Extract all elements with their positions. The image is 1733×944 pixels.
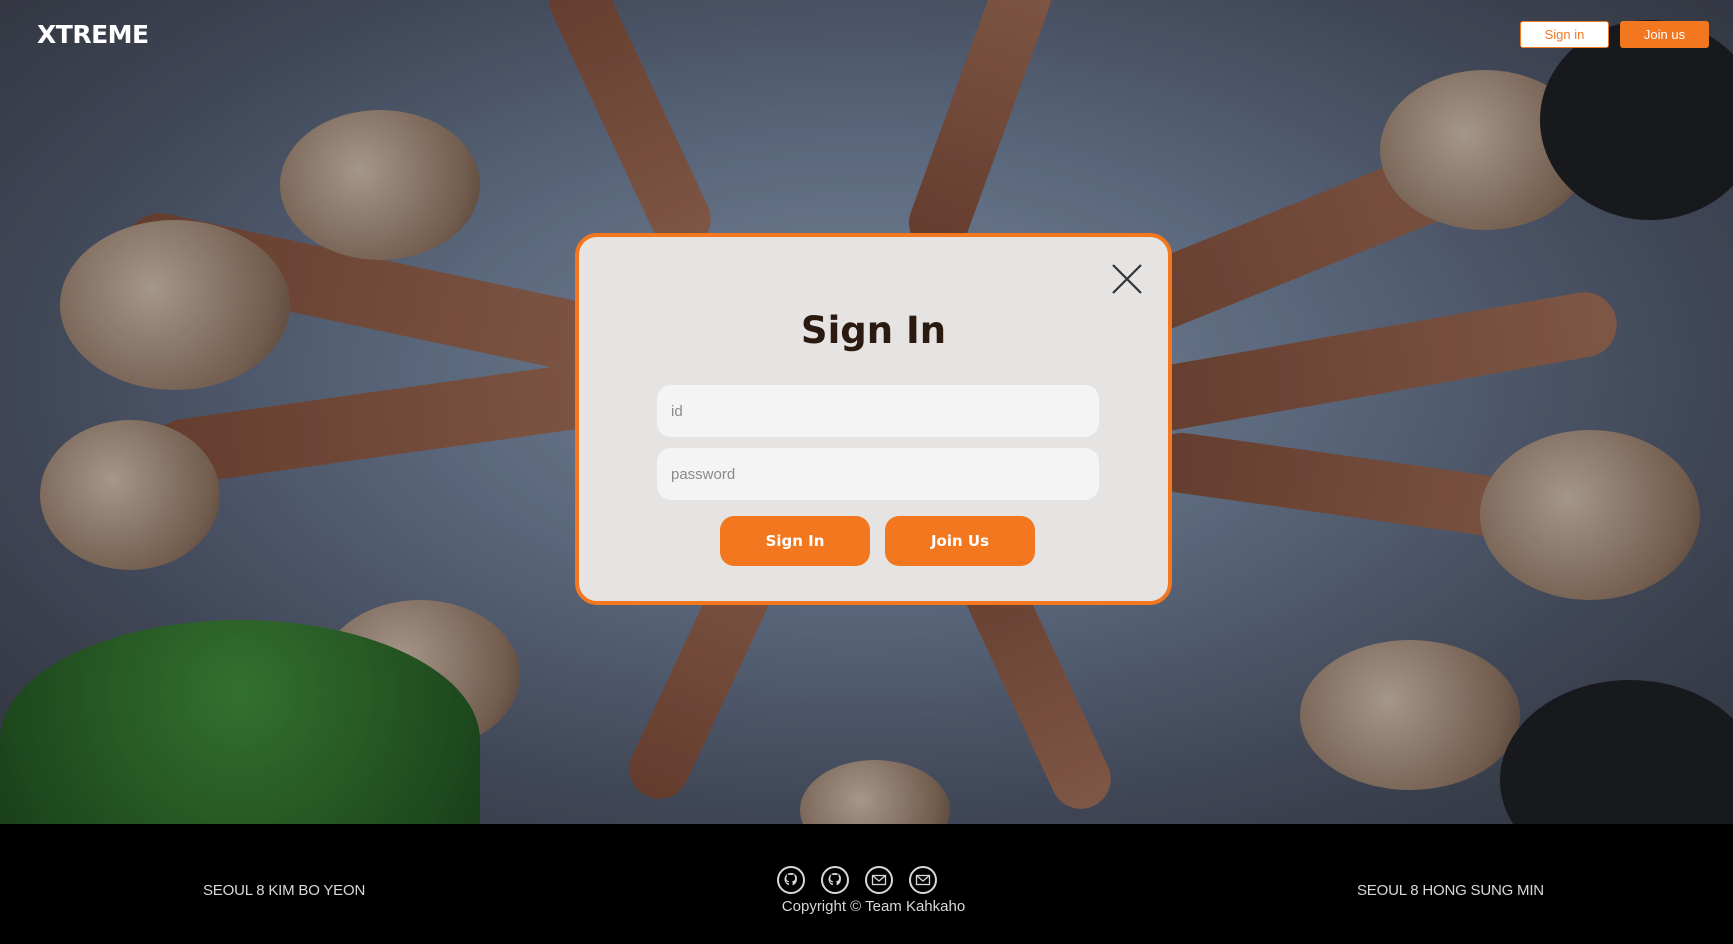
signin-button[interactable]: Sign In [720,516,870,566]
header-signin-button[interactable]: Sign in [1520,21,1609,48]
footer-icons [777,866,937,894]
password-input[interactable] [657,448,1099,500]
logo[interactable]: XTREME [37,20,149,49]
email-icon[interactable] [909,866,937,894]
github-icon[interactable] [821,866,849,894]
signin-modal: Sign In Sign In Join Us [575,233,1172,605]
copyright: Copyright © Team Kahkaho [781,898,966,915]
footer-right-credit: SEOUL 8 HONG SUNG MIN [1357,882,1544,899]
close-icon[interactable] [1107,259,1147,299]
id-input[interactable] [657,385,1099,437]
join-button[interactable]: Join Us [885,516,1035,566]
modal-title: Sign In [800,309,947,352]
header-join-button[interactable]: Join us [1620,21,1709,48]
footer-left-credit: SEOUL 8 KIM BO YEON [203,882,366,899]
footer: SEOUL 8 KIM BO YEON Copyright © Team Kah… [0,824,1733,944]
email-icon[interactable] [865,866,893,894]
github-icon[interactable] [777,866,805,894]
